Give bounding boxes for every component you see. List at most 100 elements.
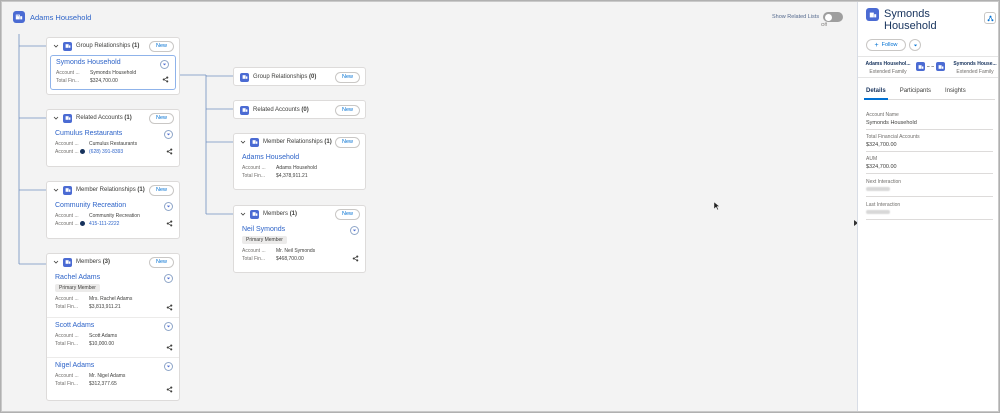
mouse-cursor-icon: [714, 202, 720, 211]
plus-icon: +: [874, 41, 879, 49]
record-link[interactable]: Neil Symonds: [242, 226, 357, 233]
record-menu-button[interactable]: [350, 226, 359, 235]
record-link[interactable]: Rachel Adams: [55, 274, 171, 281]
household-icon: [240, 72, 249, 82]
related-lists-toggle[interactable]: [823, 12, 844, 22]
field-row: Total Fin... $468,700.00: [242, 255, 357, 263]
hierarchy-icon[interactable]: [166, 304, 173, 311]
hierarchy-icon[interactable]: [162, 76, 169, 83]
field-label: Total Fin...: [56, 78, 80, 84]
record-menu-button[interactable]: [164, 130, 173, 139]
field-value: $3,813,911.21: [89, 304, 121, 310]
field-label: Total Fin...: [55, 304, 79, 310]
phone-link[interactable]: 415-111-2222: [89, 220, 119, 228]
field-label: Account ...: [55, 220, 89, 228]
list-item: Adams Household Account ... Adams Househo…: [234, 150, 365, 185]
relationship-to-type: Extended Family: [956, 69, 994, 75]
field-row: Account ... Adams Household: [242, 164, 357, 172]
card-title-text: Group Relationships: [76, 43, 131, 49]
field-row: Total Fin... $3,813,911.21: [55, 303, 171, 311]
household-icon: [936, 62, 945, 71]
primary-member-badge: Primary Member: [242, 236, 287, 244]
field-value: Mr. Nigel Adams: [89, 373, 126, 379]
field-aum: AUM $324,700.00: [866, 156, 993, 174]
chevron-down-icon[interactable]: [53, 259, 59, 265]
hierarchy-icon[interactable]: [166, 148, 173, 155]
card-header: Group Relationships (1) New: [47, 38, 179, 54]
hierarchy-icon[interactable]: [166, 220, 173, 227]
record-menu-button[interactable]: [164, 274, 173, 283]
tab-insights[interactable]: Insights: [943, 86, 968, 100]
card-title: Members (3): [76, 259, 110, 265]
new-button[interactable]: New: [148, 185, 174, 196]
relationship-connector: [916, 62, 945, 71]
tab-details[interactable]: Details: [864, 86, 888, 100]
record-menu-button[interactable]: [164, 322, 173, 331]
record-link[interactable]: Cumulus Restaurants: [55, 130, 171, 137]
new-button[interactable]: New: [334, 72, 360, 83]
relationship-from-name[interactable]: Adams Househol...: [863, 61, 913, 67]
new-button[interactable]: New: [148, 41, 174, 52]
household-icon: [916, 62, 925, 71]
chevron-down-icon[interactable]: [240, 139, 246, 145]
card-count: (1): [289, 211, 298, 217]
field-last-interaction: Last Interaction: [866, 202, 993, 220]
field-label-text: Account ...: [55, 221, 79, 227]
household-map-canvas: Adams Household Show Related Lists Off G…: [2, 2, 854, 411]
field-label: Account ...: [55, 213, 79, 219]
related-accounts-card: Related Accounts (1) New Cumulus Restaur…: [46, 109, 180, 167]
chevron-down-icon[interactable]: [53, 115, 59, 121]
record-menu-button[interactable]: [160, 60, 169, 69]
field-account-name: Account Name Symonds Household: [866, 112, 993, 130]
record-link[interactable]: Symonds Household: [56, 59, 170, 66]
record-link[interactable]: Adams Household: [242, 154, 357, 161]
household-icon: [63, 113, 72, 123]
new-button[interactable]: New: [334, 137, 360, 148]
card-count: (1): [132, 43, 140, 49]
hierarchy-icon[interactable]: [166, 386, 173, 393]
card-title-text: Related Accounts: [76, 115, 123, 121]
list-item: Community Recreation Account ... Communit…: [47, 198, 179, 233]
follow-button[interactable]: + Follow: [866, 39, 906, 51]
info-icon: [79, 221, 85, 227]
chevron-down-icon[interactable]: [53, 43, 59, 49]
record-link[interactable]: Nigel Adams: [55, 362, 171, 369]
record-menu-button[interactable]: [164, 362, 173, 371]
new-button[interactable]: New: [148, 257, 174, 268]
hierarchy-icon: [987, 15, 993, 21]
household-icon: [13, 11, 25, 23]
new-button[interactable]: New: [148, 113, 174, 124]
phone-link[interactable]: (628) 391-8393: [89, 148, 123, 156]
more-actions-button[interactable]: [909, 39, 921, 51]
tab-participants[interactable]: Participants: [898, 86, 933, 100]
field-value: Mr. Neil Symonds: [276, 248, 316, 254]
chevron-down-icon[interactable]: [240, 211, 246, 217]
field-label: Account Name: [866, 112, 899, 118]
hierarchy-icon[interactable]: [166, 344, 173, 351]
record-link[interactable]: Scott Adams: [55, 322, 171, 329]
field-label: Total Fin...: [55, 381, 79, 387]
field-label: Account ...: [242, 248, 266, 254]
card-header: Member Relationships (1) New: [47, 182, 179, 198]
field-row: Account ... Mr. Neil Symonds: [242, 247, 357, 255]
field-value: Scott Adams: [89, 333, 118, 339]
new-button[interactable]: New: [334, 105, 360, 116]
mid-group-relationships-card: Group Relationships (0) New: [233, 67, 366, 86]
card-title: Related Accounts (0): [253, 107, 309, 113]
chevron-down-icon[interactable]: [53, 187, 59, 193]
record-link[interactable]: Community Recreation: [55, 202, 171, 209]
field-value: Community Recreation: [89, 213, 140, 219]
field-label: Total Fin...: [242, 256, 266, 262]
household-icon: [250, 209, 259, 219]
new-button[interactable]: New: [334, 209, 360, 220]
card-header: Members (3) New: [47, 254, 179, 270]
field-value: [866, 210, 993, 216]
relationship-to-name[interactable]: Symonds House...: [951, 61, 998, 67]
card-header: Related Accounts (0) New: [234, 101, 365, 119]
info-icon: [79, 149, 85, 155]
household-name-link[interactable]: Adams Household: [30, 13, 91, 22]
field-value: $468,700.00: [276, 256, 304, 262]
hierarchy-button[interactable]: [984, 12, 996, 24]
hierarchy-icon[interactable]: [352, 255, 359, 262]
record-menu-button[interactable]: [164, 202, 173, 211]
